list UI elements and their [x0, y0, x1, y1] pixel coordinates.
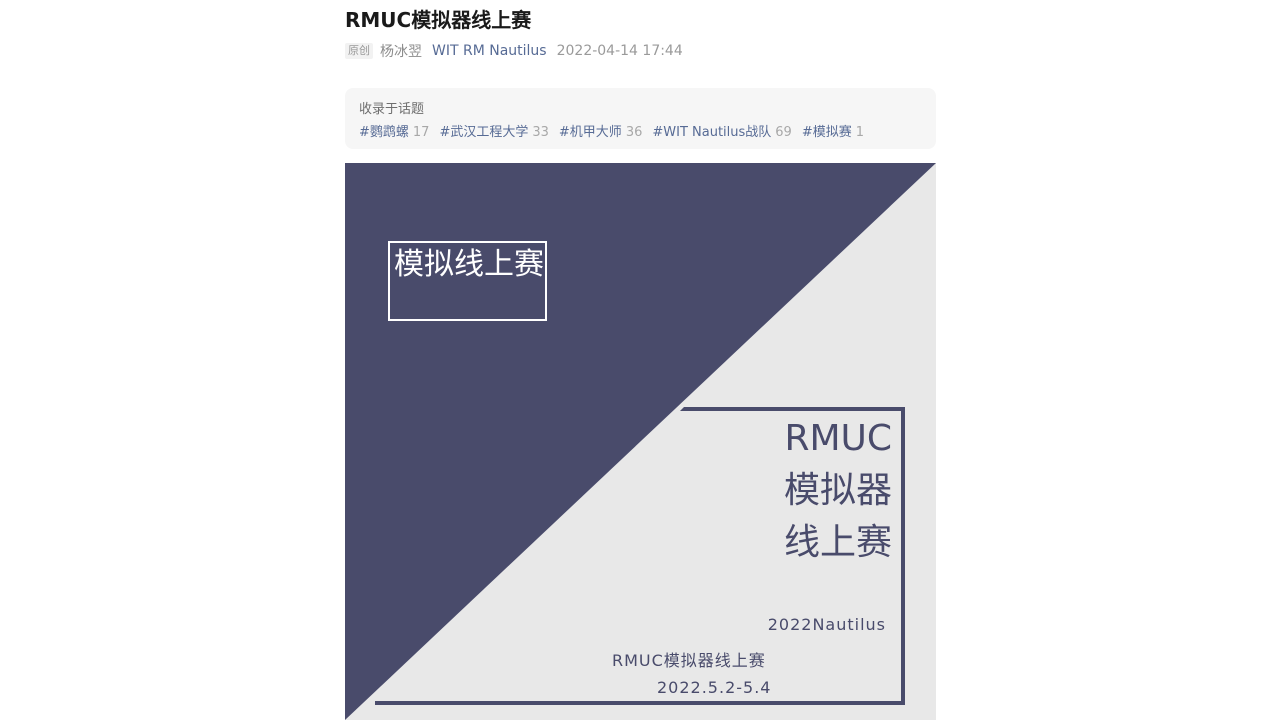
topic-name: #机甲大师	[558, 125, 622, 140]
topic-name: #武汉工程大学	[439, 125, 529, 140]
original-badge: 原创	[345, 43, 373, 59]
poster-line-2: 模拟器	[783, 470, 892, 511]
author-name: 杨冰翌	[380, 44, 422, 60]
topics-label: 收录于话题	[359, 102, 425, 117]
topic-count: 1	[855, 125, 865, 140]
topic-tag[interactable]: #模拟赛 1	[802, 121, 864, 140]
article-meta: 原创 杨冰翌 WIT RM Nautilus 2022-04-14 17:44	[345, 41, 683, 61]
topics-box: 收录于话题 #鹦鹉螺 17 #武汉工程大学 33 #机甲大师 36 #WIT Naut…	[345, 88, 936, 149]
poster-subtitle-3: 2022.5.2-5.4	[657, 678, 772, 697]
topic-count: 33	[532, 125, 549, 140]
poster-subtitle-1: 2022Nautilus	[767, 615, 886, 634]
poster-image: 模拟线上赛 RMUC 模拟器 线上赛 2022Nautilus RMUC模拟器线…	[345, 163, 936, 720]
topic-tag[interactable]: #WIT Nautilus战队 69	[652, 121, 791, 140]
publish-date: 2022-04-14 17:44	[556, 43, 683, 59]
topic-tag[interactable]: #武汉工程大学 33	[439, 121, 548, 140]
poster-line-1: RMUC	[784, 418, 892, 459]
topic-count: 36	[625, 125, 643, 140]
article-title: RMUC模拟器线上赛	[345, 8, 532, 32]
topic-name: #模拟赛	[801, 125, 852, 140]
topic-name: #鹦鹉螺	[359, 125, 409, 140]
topic-list: #鹦鹉螺 17 #武汉工程大学 33 #机甲大师 36 #WIT Nautilus战队…	[359, 121, 874, 140]
topic-tag[interactable]: #鹦鹉螺 17	[359, 121, 429, 140]
topic-name: #WIT Nautilus战队	[652, 125, 772, 140]
poster-main-title: 模拟线上赛	[394, 247, 544, 282]
account-link[interactable]: WIT RM Nautilus	[432, 43, 547, 59]
topic-tag[interactable]: #机甲大师 36	[559, 121, 642, 140]
topic-count: 69	[775, 125, 792, 140]
poster-subtitle-2: RMUC模拟器线上赛	[612, 651, 766, 670]
topic-count: 17	[412, 125, 430, 140]
poster-line-3: 线上赛	[783, 522, 892, 563]
